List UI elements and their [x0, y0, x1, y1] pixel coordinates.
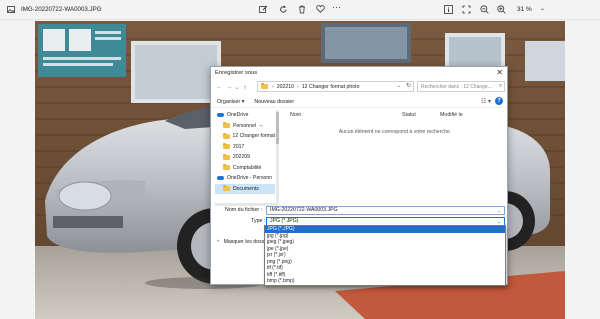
type-option[interactable]: bmp (*.bmp) [265, 278, 505, 285]
zoom-in-icon[interactable] [497, 5, 506, 14]
column-name[interactable]: Nom [290, 112, 301, 118]
file-type-dropdown: JPG (*.JPG) jpg (*.jpg) jpeg (*.jpeg) jp… [264, 225, 506, 286]
navigation-pane: OneDrive Personnel ⊸ 12 Changer format 2… [215, 110, 275, 203]
nav-item-label: Documents [233, 185, 259, 192]
rotate-icon[interactable] [279, 5, 288, 14]
chevron-right-icon: › [297, 83, 299, 90]
filename-field[interactable]: IMG-20220722-WA0003.JPG ⌄ [266, 206, 505, 215]
nav-item-12-changer-format[interactable]: 12 Changer format [215, 131, 275, 142]
chevron-right-icon: › [272, 83, 274, 90]
folder-icon [223, 153, 230, 160]
address-bar[interactable]: › 202210 › 12 Changer format photo ⌄ ↻ [257, 81, 414, 92]
help-button[interactable]: ? [495, 97, 503, 105]
pin-icon: ⊸ [258, 122, 263, 128]
nav-item-label: Comptabilité [233, 164, 262, 171]
nav-item-label: OneDrive - Personn [227, 175, 273, 182]
folder-icon [261, 83, 268, 89]
forward-arrow-icon[interactable]: → [224, 84, 234, 91]
delete-icon[interactable] [298, 5, 306, 14]
favorite-icon[interactable] [316, 5, 325, 13]
folder-icon [223, 122, 230, 129]
close-icon[interactable]: ✕ [496, 68, 503, 78]
up-arrow-icon[interactable]: ↑ [240, 84, 250, 91]
chevron-down-icon[interactable]: ⌄ [497, 218, 501, 225]
fullscreen-icon[interactable] [462, 5, 471, 14]
caret-up-icon: ^ [217, 239, 220, 244]
column-status[interactable]: Statut [402, 112, 416, 118]
new-folder-button[interactable]: Nouveau dossier [254, 99, 294, 105]
dialog-title: Enregistrer sous [215, 70, 258, 76]
chevron-down-icon[interactable]: ⌄ [497, 207, 501, 214]
file-type-value: JPG (*.JPG) [270, 218, 299, 224]
chevron-down-icon[interactable]: ⌄ [397, 83, 401, 89]
nav-item-202209[interactable]: 202209 [215, 152, 275, 163]
column-modified[interactable]: Modifié le [440, 112, 463, 118]
back-arrow-icon[interactable]: ← [214, 84, 224, 91]
nav-item-comptabilite[interactable]: Comptabilité [215, 163, 275, 174]
info-icon[interactable] [444, 5, 453, 14]
file-name: IMG-20220722-WA0003.JPG [21, 6, 102, 13]
nav-item-label: 2017 [233, 143, 245, 150]
nav-item-label: Personnel [233, 122, 256, 129]
folder-icon [223, 185, 230, 192]
edit-icon[interactable] [259, 5, 268, 14]
folder-icon [223, 143, 230, 150]
zoom-level: 31 % [517, 6, 532, 13]
filename-value: IMG-20220722-WA0003.JPG [270, 207, 338, 213]
search-icon: ⌕ [498, 83, 502, 89]
type-label: Type : [251, 218, 266, 224]
view-options-icon[interactable]: ☷ ▾ [481, 98, 491, 105]
cloud-icon [217, 113, 224, 118]
cloud-icon [217, 176, 224, 181]
search-input[interactable]: Rechercher dans : 12 Change... ⌕ [417, 81, 505, 92]
filename-label: Nom du fichier : [225, 207, 263, 213]
more-options-icon[interactable]: ··· [332, 2, 341, 12]
nav-item-onedrive[interactable]: OneDrive [215, 110, 275, 121]
dialog-titlebar: Enregistrer sous [211, 67, 507, 79]
search-placeholder: Rechercher dans : 12 Change... [421, 83, 492, 90]
nav-item-label: 202209 [233, 154, 250, 161]
refresh-icon[interactable]: ↻ [406, 82, 411, 89]
nav-pane-scrollbar[interactable] [276, 110, 279, 203]
nav-item-onedrive-personnel[interactable]: OneDrive - Personn [215, 173, 275, 184]
command-bar: Organiser ▾ Nouveau dossier ☷ ▾ ? [211, 97, 507, 108]
nav-item-2017[interactable]: 2017 [215, 142, 275, 153]
breadcrumb-root[interactable]: 202210 [277, 84, 294, 90]
viewer-toolbar: IMG-20220722-WA0003.JPG ··· 31 % ⌄ [0, 0, 600, 20]
nav-item-personnel[interactable]: Personnel ⊸ [215, 121, 275, 132]
organize-button[interactable]: Organiser ▾ [217, 99, 244, 105]
navigation-bar: ← → ⌄ ↑ › 202210 › 12 Changer format pho… [211, 80, 507, 94]
file-list-header: Nom Statut Modifié le [285, 112, 505, 122]
breadcrumb-current[interactable]: 12 Changer format photo [302, 84, 360, 90]
chevron-down-icon[interactable]: ⌄ [540, 5, 545, 12]
folder-icon [223, 132, 230, 139]
folder-icon [223, 164, 230, 171]
nav-item-documents[interactable]: Documents [215, 183, 275, 194]
zoom-out-icon[interactable] [480, 5, 489, 14]
nav-item-label: 12 Changer format [232, 133, 275, 140]
image-icon [7, 6, 15, 13]
empty-list-message: Aucun élément ne correspond à votre rech… [338, 129, 452, 135]
nav-item-label: OneDrive [227, 112, 249, 119]
